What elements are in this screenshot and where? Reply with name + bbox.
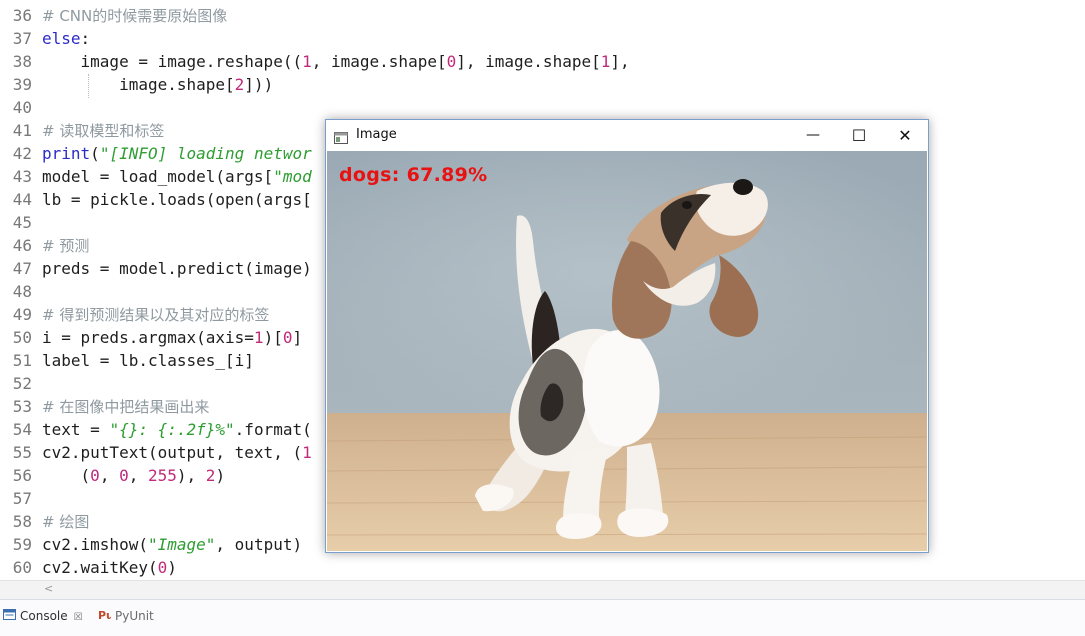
- line-number: 39: [12, 75, 32, 94]
- code-line[interactable]: 38 image = image.reshape((1, image.shape…: [0, 50, 630, 73]
- code-comment: # 预测: [42, 237, 90, 255]
- code-comment: # 绘图: [42, 513, 90, 531]
- window-title: Image: [356, 127, 397, 142]
- line-number: 51: [12, 351, 32, 370]
- code-line[interactable]: 36 # CNN的时候需要原始图像: [0, 4, 228, 27]
- code-text: lb = pickle.loads(open(args[: [42, 190, 312, 209]
- code-text: i = preds.argmax(axis=1)[0]: [42, 328, 303, 347]
- line-number: 41: [12, 121, 32, 140]
- tab-console[interactable]: Console ☒: [3, 606, 83, 626]
- code-text: image.shape[2])): [42, 75, 274, 94]
- code-line[interactable]: 47 preds = model.predict(image): [0, 257, 312, 280]
- code-comment: # 得到预测结果以及其对应的标签: [42, 306, 270, 324]
- code-text: model = load_model(args["mod: [42, 167, 312, 186]
- tab-pyunit-label: PyUnit: [115, 609, 154, 623]
- tab-console-label: Console: [20, 609, 68, 623]
- code-line[interactable]: 53 # 在图像中把结果画出来: [0, 395, 210, 418]
- console-panel-tabs: Console ☒ Pu PyUnit: [0, 599, 1085, 636]
- code-comment: # 读取模型和标签: [42, 122, 165, 140]
- svg-text:Pu: Pu: [98, 609, 111, 621]
- line-number: 57: [12, 489, 32, 508]
- code-line[interactable]: 43 model = load_model(args["mod: [0, 165, 312, 188]
- code-line[interactable]: 59 cv2.imshow("Image", output): [0, 533, 302, 556]
- code-line[interactable]: 41 # 读取模型和标签: [0, 119, 165, 142]
- code-line[interactable]: 39 image.shape[2])): [0, 73, 273, 96]
- prediction-overlay-text: dogs: 67.89%: [339, 164, 488, 186]
- line-number: 50: [12, 328, 32, 347]
- code-line[interactable]: 58 # 绘图: [0, 510, 90, 533]
- line-number: 56: [12, 466, 32, 485]
- code-text: (0, 0, 255), 2): [42, 466, 226, 485]
- line-number: 53: [12, 397, 32, 416]
- code-line[interactable]: 57: [0, 487, 42, 510]
- line-number: 38: [12, 52, 32, 71]
- line-number: 45: [12, 213, 32, 232]
- code-line[interactable]: 52: [0, 372, 42, 395]
- code-line[interactable]: 50 i = preds.argmax(axis=1)[0]: [0, 326, 302, 349]
- indent-guide: [88, 74, 89, 98]
- line-number: 44: [12, 190, 32, 209]
- window-titlebar[interactable]: Image — ☐ ✕: [326, 120, 928, 151]
- code-text: print("[INFO] loading networ: [42, 144, 312, 163]
- code-line[interactable]: 54 text = "{}: {:.2f}%".format(: [0, 418, 312, 441]
- line-number: 40: [12, 98, 32, 117]
- close-icon[interactable]: ☒: [74, 612, 83, 623]
- line-number: 36: [12, 6, 32, 25]
- line-number: 43: [12, 167, 32, 186]
- code-text: cv2.waitKey(0): [42, 558, 177, 577]
- code-line[interactable]: 37 else:: [0, 27, 90, 50]
- code-line[interactable]: 45: [0, 211, 42, 234]
- line-number: 49: [12, 305, 32, 324]
- line-number: 55: [12, 443, 32, 462]
- code-comment: # CNN的时候需要原始图像: [42, 7, 228, 25]
- code-text: image = image.reshape((1, image.shape[0]…: [42, 52, 630, 71]
- code-line[interactable]: 60 cv2.waitKey(0): [0, 556, 177, 579]
- code-line[interactable]: 46 # 预测: [0, 234, 90, 257]
- code-text: cv2.putText(output, text, (1: [42, 443, 312, 462]
- code-text: text = "{}: {:.2f}%".format(: [42, 420, 312, 439]
- minimize-button[interactable]: —: [790, 120, 836, 151]
- maximize-button[interactable]: ☐: [836, 120, 882, 151]
- line-number: 60: [12, 558, 32, 577]
- line-number: 46: [12, 236, 32, 255]
- line-number: 54: [12, 420, 32, 439]
- code-line[interactable]: 49 # 得到预测结果以及其对应的标签: [0, 303, 270, 326]
- code-line[interactable]: 51 label = lb.classes_[i]: [0, 349, 254, 372]
- line-number: 59: [12, 535, 32, 554]
- close-button[interactable]: ✕: [882, 120, 928, 151]
- window-app-icon: [334, 129, 348, 148]
- line-number: 48: [12, 282, 32, 301]
- pyunit-icon: Pu: [98, 607, 114, 627]
- code-text: label = lb.classes_[i]: [42, 351, 254, 370]
- puppy-photo: dogs: 67.89%: [327, 151, 927, 551]
- code-line[interactable]: 55 cv2.putText(output, text, (1: [0, 441, 312, 464]
- tab-pyunit[interactable]: Pu PyUnit: [98, 606, 154, 626]
- line-number: 58: [12, 512, 32, 531]
- code-line[interactable]: 40: [0, 96, 42, 119]
- code-text: preds = model.predict(image): [42, 259, 312, 278]
- code-text: cv2.imshow("Image", output): [42, 535, 303, 554]
- code-line[interactable]: 42 print("[INFO] loading networ: [0, 142, 312, 165]
- horizontal-scrollbar[interactable]: <: [0, 580, 1085, 599]
- line-number: 47: [12, 259, 32, 278]
- code-line[interactable]: 56 (0, 0, 255), 2): [0, 464, 225, 487]
- code-line[interactable]: 48: [0, 280, 42, 303]
- image-window[interactable]: Image — ☐ ✕ dogs: 67.89%: [325, 119, 929, 553]
- code-comment: # 在图像中把结果画出来: [42, 398, 210, 416]
- line-number: 52: [12, 374, 32, 393]
- scroll-left-arrow[interactable]: <: [44, 582, 53, 595]
- code-text: else:: [42, 29, 91, 48]
- console-icon: [3, 607, 16, 627]
- beagle-puppy-image: [327, 151, 927, 551]
- code-line[interactable]: 44 lb = pickle.loads(open(args[: [0, 188, 312, 211]
- line-number: 42: [12, 144, 32, 163]
- line-number: 37: [12, 29, 32, 48]
